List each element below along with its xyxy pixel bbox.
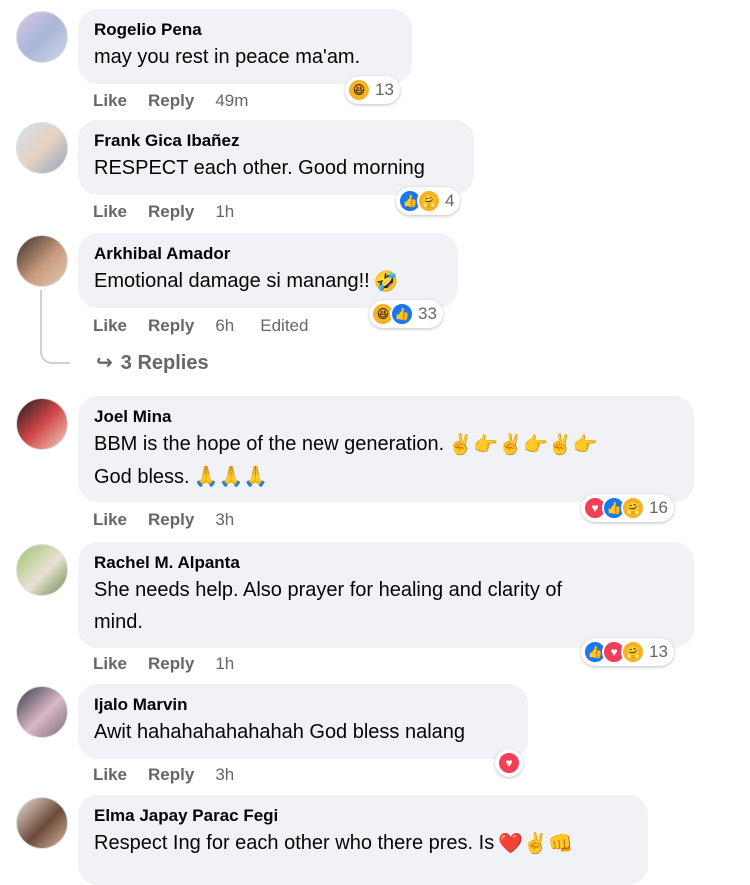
replies-count-label: 3 Replies [120, 352, 209, 374]
reaction-summary[interactable]: ♥ [495, 749, 523, 777]
comment-text-line: may you rest in peace ma'am. [94, 46, 361, 68]
comment-text-span: Respect Ing for each other who there pre… [94, 832, 495, 854]
timestamp[interactable]: 49m [215, 91, 248, 111]
like-button[interactable]: Like [93, 91, 127, 111]
timestamp[interactable]: 6h [215, 316, 234, 336]
comment-actions: Like Reply 49m [93, 91, 274, 111]
comment-text-line: mind. [94, 611, 143, 633]
avatar[interactable] [16, 686, 68, 738]
praying-hands-emoji-icon: 🙏🙏🙏 [193, 466, 269, 489]
comment-bubble: Arkhibal Amador Emotional damage si mana… [78, 233, 458, 308]
avatar[interactable] [16, 11, 68, 63]
like-button[interactable]: Like [93, 765, 127, 785]
like-reaction-icon: 👍 [390, 302, 414, 326]
comment-text-line: Awit hahahahahahahah God bless nalang [94, 721, 466, 743]
comment-author[interactable]: Rogelio Pena [94, 19, 396, 41]
victory-hand-emoji-icon: ✌️👉✌️👉✌️👉 [448, 433, 598, 456]
heart-victory-fist-emoji-icon: ❤️✌️👊 [498, 832, 573, 855]
comment-author[interactable]: Frank Gica Ibañez [94, 130, 458, 152]
reaction-summary[interactable]: 😆 13 [345, 76, 400, 104]
comment-bubble: Elma Japay Parac Fegi Respect Ing for ea… [78, 795, 648, 885]
comment-text-span: BBM is the hope of the new generation. [94, 433, 445, 455]
reply-button[interactable]: Reply [148, 765, 194, 785]
haha-reaction-icon: 😆 [347, 78, 371, 102]
like-button[interactable]: Like [93, 654, 127, 674]
reaction-count: 33 [418, 304, 437, 323]
comment-text: Emotional damage si manang!! 🤣 [94, 265, 442, 298]
reply-arrow-icon: ↪ [96, 352, 113, 374]
comment-actions: Like Reply 1h [93, 202, 260, 222]
like-button[interactable]: Like [93, 316, 127, 336]
comment-actions: Like Reply 6h Edited [93, 316, 308, 336]
comment-text-line: God bless. 🙏🙏🙏 [94, 461, 678, 494]
comment-text-span: God bless. [94, 465, 190, 488]
comment-text-line: Respect Ing for each other who there pre… [94, 827, 632, 860]
care-reaction-icon: 🤗 [621, 496, 645, 520]
avatar[interactable] [16, 544, 68, 596]
comment-author[interactable]: Ijalo Marvin [94, 694, 512, 716]
comment-text-line: She needs help. Also prayer for healing … [94, 579, 563, 601]
care-reaction-icon: 🤗 [417, 189, 441, 213]
rofl-emoji-icon: 🤣 [373, 270, 399, 293]
comment-text: Respect Ing for each other who there pre… [94, 827, 632, 860]
thread-connector [40, 290, 70, 364]
comment-text-line: BBM is the hope of the new generation. ✌️… [94, 428, 678, 461]
comment-text-line: Emotional damage si manang!! 🤣 [94, 265, 442, 298]
reaction-count: 4 [445, 191, 455, 210]
like-button[interactable]: Like [93, 510, 127, 530]
comment-actions: Like Reply 3h [93, 510, 260, 530]
comment-author[interactable]: Joel Mina [94, 406, 678, 428]
avatar[interactable] [16, 398, 68, 450]
reaction-count: 13 [375, 80, 394, 99]
view-replies-button[interactable]: ↪ 3 Replies [96, 350, 209, 375]
comment-text: She needs help. Also prayer for healing … [94, 574, 678, 638]
reply-button[interactable]: Reply [148, 202, 194, 222]
comment-bubble: Frank Gica Ibañez RESPECT each other. Go… [78, 120, 474, 195]
reaction-summary[interactable]: 👍 🤗 4 [396, 187, 461, 215]
comment-bubble: Rachel M. Alpanta She needs help. Also p… [78, 542, 694, 648]
comment-text-line: RESPECT each other. Good morning [94, 157, 425, 179]
comment-author[interactable]: Arkhibal Amador [94, 243, 442, 265]
edited-label: Edited [260, 316, 309, 335]
reply-button[interactable]: Reply [148, 654, 194, 674]
timestamp[interactable]: 3h [215, 510, 234, 530]
comment-author[interactable]: Elma Japay Parac Fegi [94, 805, 632, 827]
reaction-count: 16 [649, 498, 668, 517]
comment-text-span: Emotional damage si manang!! [94, 270, 370, 292]
comment-author[interactable]: Rachel M. Alpanta [94, 552, 678, 574]
reaction-summary[interactable]: 😆 👍 33 [369, 300, 443, 328]
comment-bubble: Joel Mina BBM is the hope of the new gen… [78, 396, 694, 502]
comment-text: Awit hahahahahahahah God bless nalang [94, 716, 512, 748]
reaction-summary[interactable]: ♥ 👍 🤗 16 [581, 494, 674, 522]
timestamp[interactable]: 1h [215, 654, 234, 674]
reply-button[interactable]: Reply [148, 91, 194, 111]
reply-button[interactable]: Reply [148, 316, 194, 336]
comment-bubble: Ijalo Marvin Awit hahahahahahahah God bl… [78, 684, 528, 759]
timestamp[interactable]: 3h [215, 765, 234, 785]
avatar[interactable] [16, 797, 68, 849]
avatar[interactable] [16, 122, 68, 174]
care-reaction-icon: 🤗 [621, 640, 645, 664]
comment-actions: Like Reply 3h [93, 765, 260, 785]
reply-button[interactable]: Reply [148, 510, 194, 530]
comment-text: may you rest in peace ma'am. [94, 41, 396, 73]
reaction-count: 13 [649, 642, 668, 661]
comment-text: RESPECT each other. Good morning [94, 152, 458, 184]
comment-text: BBM is the hope of the new generation. ✌️… [94, 428, 678, 493]
love-reaction-icon: ♥ [497, 751, 521, 775]
like-button[interactable]: Like [93, 202, 127, 222]
comment-bubble: Rogelio Pena may you rest in peace ma'am… [78, 9, 412, 84]
timestamp[interactable]: 1h [215, 202, 234, 222]
reaction-summary[interactable]: 👍 ♥ 🤗 13 [581, 638, 674, 666]
comment-actions: Like Reply 1h [93, 654, 260, 674]
avatar[interactable] [16, 235, 68, 287]
